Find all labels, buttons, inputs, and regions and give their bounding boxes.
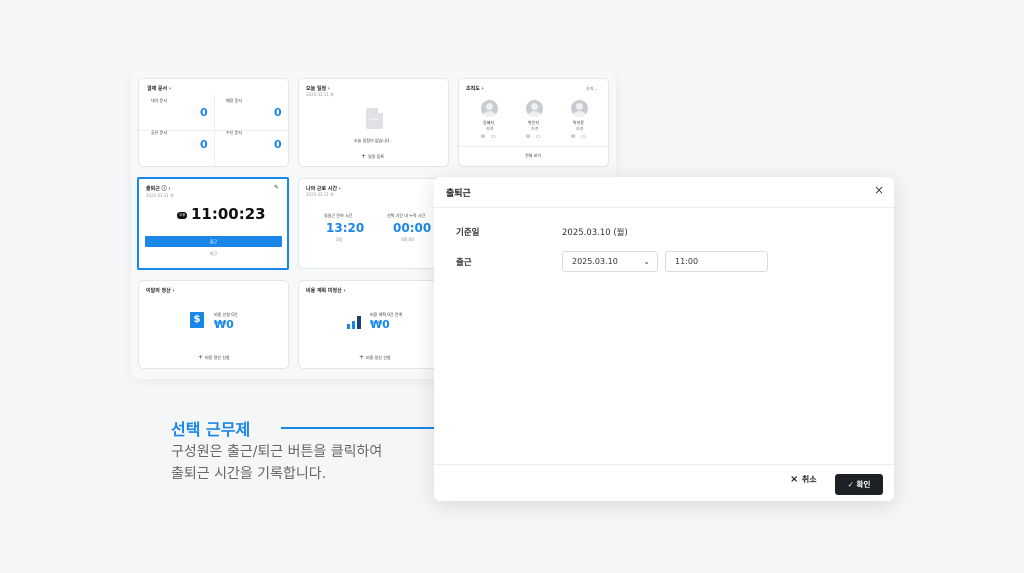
- plan-amount: ₩0: [370, 318, 390, 331]
- clock-out-button[interactable]: 퇴근: [145, 249, 282, 259]
- settle-title[interactable]: 이달의 정산 ›: [146, 287, 175, 294]
- message-icon[interactable]: ▭: [581, 134, 586, 140]
- current-time: 11:00:23: [191, 205, 266, 223]
- base-date-label: 기준일: [456, 228, 480, 238]
- edit-icon[interactable]: ✎: [274, 184, 279, 191]
- time-period-badge: 오후: [177, 212, 188, 219]
- close-icon[interactable]: ×: [874, 183, 884, 197]
- approval-item-count[interactable]: 0: [274, 138, 282, 151]
- clock-in-date-select[interactable]: 2025.03.10 ⌄: [562, 251, 658, 272]
- org-card: 조직도 › 회계 ⌄ 강혜지 회계 ✉ ▭ 박은지 회계 ✉ ▭ 박지윤 회계 …: [458, 78, 609, 167]
- plan-title[interactable]: 비용 계획 미정산 ›: [306, 287, 346, 294]
- worktime-a-label: 일일근 잔여 시간: [324, 213, 353, 218]
- worktime-a-sub: 3일: [336, 237, 343, 242]
- clock-in-button[interactable]: 출근: [145, 236, 282, 247]
- schedule-empty-text: 오늘 일정이 없습니다.: [354, 138, 391, 143]
- cancel-button[interactable]: × 취소: [790, 474, 817, 485]
- clock-in-label: 출근: [456, 258, 472, 268]
- chevron-right-icon: ›: [172, 288, 175, 294]
- close-icon: ×: [790, 474, 802, 485]
- worktime-b-label: 선택 기간 내 누적 시간: [387, 213, 426, 218]
- approval-item-label: 예정 문서: [226, 98, 242, 103]
- avatar[interactable]: [481, 100, 498, 117]
- schedule-date: 2025.03.11 화: [306, 92, 334, 97]
- approval-item-label: 수신 문서: [226, 130, 242, 135]
- plan-card: 비용 계획 미정산 › 비용 계획 0건 잔액 ₩0 + 비용 정산 신청: [298, 280, 449, 369]
- chevron-right-icon: ›: [343, 288, 346, 294]
- empty-document-icon: •••: [366, 108, 383, 129]
- person-role: 회계: [486, 126, 494, 131]
- avatar[interactable]: [526, 100, 543, 117]
- worktime-b-sub: /40:00: [401, 237, 414, 242]
- caption-title: 선택 근무제: [171, 420, 251, 439]
- chevron-down-icon: ⌄: [643, 257, 650, 266]
- person-role: 회계: [576, 126, 584, 131]
- attendance-date: 2025.03.11 화: [146, 193, 174, 198]
- info-icon: ⓘ: [161, 186, 167, 192]
- org-title[interactable]: 조직도 ›: [466, 85, 484, 92]
- mail-icon[interactable]: ✉: [526, 134, 530, 140]
- approval-card: 결재 문서 › 대기 문서 0 예정 문서 0 공유 문서 0 수신 문서 0: [138, 78, 289, 167]
- base-date-value: 2025.03.10 (월): [562, 228, 628, 238]
- schedule-card: 오늘 일정 › 2025.03.11 화 ••• 오늘 일정이 없습니다. + …: [298, 78, 449, 167]
- worktime-b-value: 00:00: [393, 221, 432, 235]
- view-all-button[interactable]: 전체 보기: [525, 153, 541, 159]
- mail-icon[interactable]: ✉: [481, 134, 485, 140]
- chevron-right-icon: ›: [168, 86, 171, 92]
- message-icon[interactable]: ▭: [536, 134, 541, 140]
- worktime-card: 나의 근로 시간 › 2025.03.11 화 일일근 잔여 시간 13:20 …: [298, 178, 449, 269]
- person-role: 회계: [531, 126, 539, 131]
- approval-title[interactable]: 결재 문서 ›: [147, 85, 171, 92]
- bar-chart-icon: [346, 312, 363, 329]
- plus-icon: +: [359, 354, 366, 361]
- approval-item-label: 공유 문서: [151, 130, 167, 135]
- worktime-date: 2025.03.11 화: [306, 192, 334, 197]
- approval-item-count[interactable]: 0: [200, 106, 208, 119]
- chevron-down-icon: ⌄: [594, 86, 599, 91]
- plus-icon: +: [198, 354, 205, 361]
- attendance-card: 출퇴근 ⓘ › 2025.03.11 화 ✎ 오후 11:00:23 출근 퇴근: [137, 177, 289, 270]
- org-filter-dropdown[interactable]: 회계 ⌄: [586, 86, 598, 92]
- plan-request-button[interactable]: + 비용 정산 신청: [359, 354, 391, 361]
- approval-item-count[interactable]: 0: [274, 106, 282, 119]
- plus-icon: +: [361, 153, 368, 160]
- avatar[interactable]: [571, 100, 588, 117]
- settle-card: 이달의 정산 › $ 비용 신청 0건 ₩0 + 비용 정산 신청: [138, 280, 289, 369]
- mail-icon[interactable]: ✉: [571, 134, 575, 140]
- clock-in-time-input[interactable]: 11:00: [665, 251, 768, 272]
- chevron-right-icon: ›: [168, 186, 171, 192]
- attendance-title[interactable]: 출퇴근 ⓘ ›: [146, 185, 170, 192]
- add-schedule-button[interactable]: + 일정 등록: [361, 153, 384, 160]
- approval-item-label: 대기 문서: [151, 98, 167, 103]
- schedule-title[interactable]: 오늘 일정 ›: [306, 85, 330, 92]
- worktime-a-value: 13:20: [326, 221, 365, 235]
- approval-item-count[interactable]: 0: [200, 138, 208, 151]
- chevron-right-icon: ›: [481, 86, 484, 92]
- dollar-receipt-icon: $: [190, 312, 204, 328]
- caption-line-2: 출퇴근 시간을 기록합니다.: [171, 466, 327, 482]
- worktime-title[interactable]: 나의 근로 시간 ›: [306, 185, 341, 192]
- modal-title: 출퇴근: [446, 189, 471, 199]
- caption-line-1: 구성원은 출근/퇴근 버튼을 클릭하여: [171, 444, 383, 460]
- message-icon[interactable]: ▭: [491, 134, 496, 140]
- settle-request-button[interactable]: + 비용 정산 신청: [198, 354, 230, 361]
- chevron-right-icon: ›: [338, 186, 341, 192]
- settle-amount: ₩0: [214, 318, 234, 331]
- check-icon: ✓: [847, 480, 857, 489]
- attendance-modal: 출퇴근 × 기준일 2025.03.10 (월) 출근 2025.03.10 ⌄…: [434, 177, 894, 501]
- confirm-button[interactable]: ✓ 확인: [835, 474, 883, 495]
